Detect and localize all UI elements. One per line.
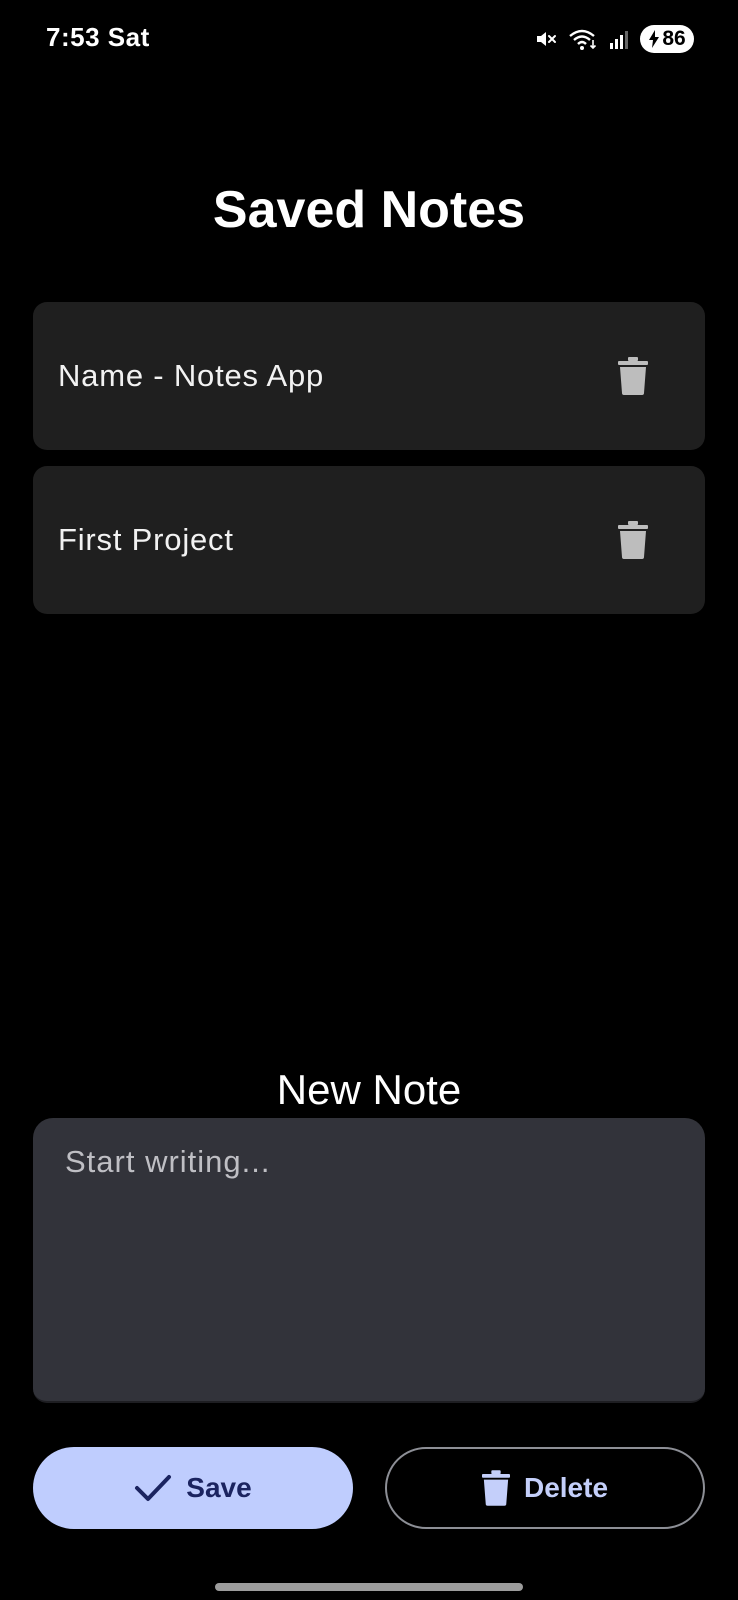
trash-icon[interactable]	[613, 518, 653, 562]
new-note-input[interactable]	[33, 1118, 705, 1401]
note-title: First Project	[58, 522, 234, 557]
note-title: Name - Notes App	[58, 358, 325, 393]
save-button[interactable]: Save	[33, 1447, 353, 1529]
battery-level: 86	[662, 27, 686, 50]
page-title: Saved Notes	[212, 181, 526, 239]
delete-button-label: Delete	[523, 1472, 609, 1503]
note-card[interactable]: Name - Notes App	[33, 302, 705, 450]
mute-icon	[534, 27, 558, 51]
signal-icon	[608, 28, 630, 50]
trash-icon	[481, 1470, 510, 1506]
saved-notes-list: Name - Notes App First Project	[33, 302, 705, 630]
battery-indicator: 86	[640, 25, 694, 53]
battery-charging-icon	[649, 30, 660, 48]
home-indicator[interactable]	[215, 1583, 523, 1591]
note-card[interactable]: First Project	[33, 466, 705, 614]
status-icons: 86	[534, 24, 694, 54]
new-note-label: New Note	[276, 1066, 462, 1113]
notes-screen: 7:53 Sat 86 Saved Notes Name - Notes App…	[0, 0, 738, 1600]
status-bar: 7:53 Sat 86	[0, 0, 738, 78]
save-button-label: Save	[186, 1472, 252, 1503]
delete-button[interactable]: Delete	[385, 1447, 705, 1529]
new-note-field-container	[33, 1118, 705, 1403]
trash-icon[interactable]	[613, 354, 653, 398]
wifi-icon	[568, 27, 598, 51]
check-icon	[135, 1475, 172, 1501]
status-time: 7:53 Sat	[46, 22, 150, 52]
